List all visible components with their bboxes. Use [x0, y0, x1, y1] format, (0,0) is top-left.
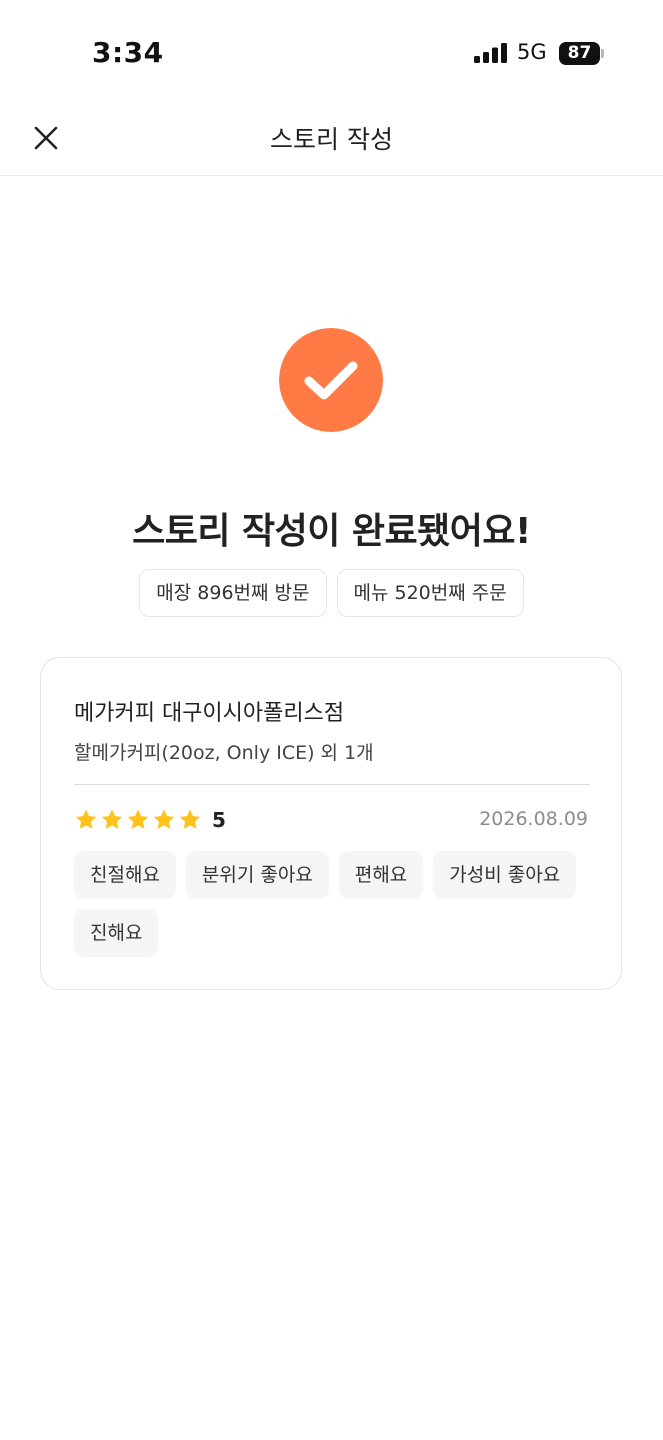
- status-time: 3:34: [92, 36, 164, 69]
- tag-chip: 진해요: [74, 909, 159, 957]
- rating-value: 5: [212, 808, 226, 832]
- tag-list: 친절해요 분위기 좋아요 편해요 가성비 좋아요 진해요: [74, 851, 594, 957]
- story-card[interactable]: 메가커피 대구이시아폴리스점 할메가커피(20oz, Only ICE) 외 1…: [40, 657, 622, 990]
- tag-chip: 분위기 좋아요: [185, 851, 329, 899]
- tag-chip: 친절해요: [74, 851, 176, 899]
- nav-bar: 스토리 작성: [0, 100, 663, 176]
- battery-level: 87: [559, 42, 600, 65]
- tag-chip: 편해요: [338, 851, 424, 899]
- tag-chip: 가성비 좋아요: [433, 851, 577, 899]
- check-circle-icon: [279, 328, 383, 432]
- battery-cap: [601, 49, 604, 58]
- star-icon: [127, 809, 149, 829]
- completion-title: 스토리 작성이 완료됐어요!: [132, 511, 531, 552]
- rating: 5: [74, 806, 226, 834]
- network-label: 5G: [517, 40, 547, 64]
- star-icon: [101, 809, 123, 829]
- menu-summary: 할메가커피(20oz, Only ICE) 외 1개: [74, 742, 374, 764]
- page-title: 스토리 작성: [270, 125, 393, 154]
- store-visit-badge: 매장 896번째 방문: [139, 569, 327, 617]
- store-name: 메가커피 대구이시아폴리스점: [74, 701, 345, 726]
- battery-icon: 87: [559, 42, 605, 65]
- status-bar: 3:34 5G 87: [0, 0, 663, 100]
- menu-order-badge: 메뉴 520번째 주문: [336, 569, 524, 617]
- review-date: 2026.08.09: [479, 808, 588, 830]
- card-divider: [74, 784, 590, 785]
- signal-icon: [474, 43, 507, 63]
- star-icon: [153, 809, 175, 829]
- star-icon: [75, 809, 97, 829]
- star-icon: [179, 809, 201, 829]
- visit-badges: 매장 896번째 방문 메뉴 520번째 주문: [0, 569, 663, 617]
